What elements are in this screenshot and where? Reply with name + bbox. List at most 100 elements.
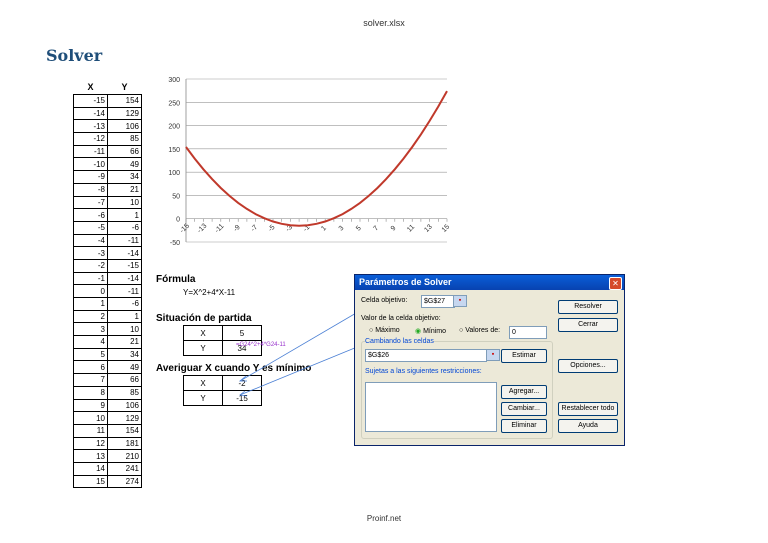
y-cell: 10 [107, 195, 142, 210]
x-cell: -3 [73, 246, 108, 260]
y-cell: 106 [107, 119, 142, 134]
table-row: 7 66 [73, 373, 142, 387]
help-button[interactable]: Ayuda [558, 419, 618, 433]
y-cell: 106 [107, 398, 142, 413]
goal-table: X -2 Y -15 [183, 375, 262, 406]
x-cell: -9 [73, 170, 108, 184]
options-button[interactable]: Opciones... [558, 359, 618, 373]
table-row: 14 241 [73, 461, 142, 476]
table-row: -3 -14 [73, 246, 142, 260]
x-tick-label: -13 [196, 223, 208, 235]
radio-max[interactable]: ○ Máximo [369, 327, 400, 334]
value-label: Valor de la celda objetivo: [361, 315, 441, 322]
y-tick-label: 200 [168, 124, 180, 131]
x-cell: 6 [73, 360, 108, 375]
y-cell: -6 [107, 297, 142, 311]
y-cell: 21 [107, 335, 142, 349]
x-tick-label: -7 [250, 224, 259, 233]
table-row: 0 -11 [73, 284, 142, 298]
x-cell: -1 [73, 271, 108, 286]
estimate-button[interactable]: Estimar [501, 349, 547, 363]
table-row: 15 274 [73, 474, 142, 489]
y-tick-label: 300 [168, 77, 180, 84]
table-row: 12 181 [73, 436, 142, 451]
start-y-label: Y [183, 340, 223, 356]
range-picker-icon[interactable]: ▪ [453, 295, 467, 307]
y-cell: -14 [107, 246, 142, 260]
x-cell: 3 [73, 322, 108, 337]
values-input[interactable]: 0 [509, 326, 547, 339]
x-tick-label: 13 [423, 223, 434, 234]
solver-dialog: Parámetros de Solver ✕ Celda objetivo: $… [354, 274, 625, 446]
table-row: -15 154 [73, 94, 142, 108]
file-name: solver.xlsx [363, 18, 405, 28]
close-icon[interactable]: ✕ [609, 277, 622, 290]
radio-min[interactable]: ◉ Mínimo [415, 327, 446, 335]
close-button[interactable]: Cerrar [558, 318, 618, 332]
constraints-list[interactable] [365, 382, 497, 432]
range-picker-icon-2[interactable]: ▪ [486, 349, 500, 361]
x-tick-label: 7 [372, 225, 380, 233]
y-tick-label: 50 [172, 193, 180, 200]
x-cell: 14 [73, 461, 108, 476]
x-tick-label: 9 [390, 225, 398, 233]
table-row: 11 154 [73, 423, 142, 438]
table-row: -7 10 [73, 195, 142, 210]
y-tick-label: -50 [170, 240, 180, 247]
changing-input[interactable]: $G$26 [365, 349, 487, 362]
delete-button[interactable]: Eliminar [501, 419, 547, 433]
y-cell: 85 [107, 132, 142, 146]
page-title: Solver [46, 46, 103, 65]
x-cell: 15 [73, 474, 108, 489]
series-line [185, 90, 448, 227]
x-tick-label: 3 [338, 225, 346, 233]
x-cell: 7 [73, 373, 108, 387]
x-tick-label: 1 [320, 225, 328, 233]
x-cell: -10 [73, 157, 108, 172]
y-cell: 241 [107, 461, 142, 476]
add-button[interactable]: Agregar... [501, 385, 547, 399]
goal-x-label: X [183, 375, 223, 391]
x-cell: 12 [73, 436, 108, 451]
start-x-value: 5 [222, 325, 262, 341]
x-cell: -6 [73, 208, 108, 222]
y-cell: 274 [107, 474, 142, 489]
change-button[interactable]: Cambiar... [501, 402, 547, 416]
y-cell: 49 [107, 157, 142, 172]
x-cell: 10 [73, 411, 108, 425]
x-cell: 5 [73, 347, 108, 362]
x-cell: 1 [73, 297, 108, 311]
changing-label: Cambiando las celdas [365, 338, 434, 345]
x-tick-label: -15 [179, 223, 191, 235]
table-row: 21 [73, 309, 142, 324]
solve-button[interactable]: Resolver [558, 300, 618, 314]
x-cell: 2 [73, 309, 108, 324]
y-cell: 210 [107, 449, 142, 463]
y-cell: 154 [107, 94, 142, 108]
x-cell: 9 [73, 398, 108, 413]
y-cell: 154 [107, 423, 142, 438]
goal-label: Averiguar X cuando Y es mínimo [156, 363, 312, 374]
reset-button[interactable]: Restablecer todo [558, 402, 618, 416]
target-input[interactable]: $G$27 [421, 295, 455, 308]
table-row: -6 1 [73, 208, 142, 222]
x-tick-label: 15 [441, 223, 452, 234]
y-tick-label: 250 [168, 100, 180, 107]
y-tick-label: 100 [168, 170, 180, 177]
table-row: 9 106 [73, 398, 142, 413]
y-tick-label: 0 [176, 217, 180, 224]
parabola-chart: 300250200150100500-50-15 -13 -11 -9 -7 -5 -3 -1… [168, 77, 452, 247]
y-cell: 66 [107, 373, 142, 387]
table-row: -8 21 [73, 182, 142, 197]
x-cell: -13 [73, 119, 108, 134]
table-row: 3 10 [73, 322, 142, 337]
target-label: Celda objetivo: [361, 297, 408, 304]
radio-values[interactable]: ○ Valores de: [459, 327, 500, 334]
table-row: -1 -14 [73, 271, 142, 286]
table-row: 13 210 [73, 449, 142, 463]
y-cell: 181 [107, 436, 142, 451]
y-cell: -11 [107, 284, 142, 298]
x-tick-label: -9 [232, 224, 241, 233]
goal-x-value: -2 [222, 375, 262, 391]
y-cell: 1 [107, 309, 142, 324]
